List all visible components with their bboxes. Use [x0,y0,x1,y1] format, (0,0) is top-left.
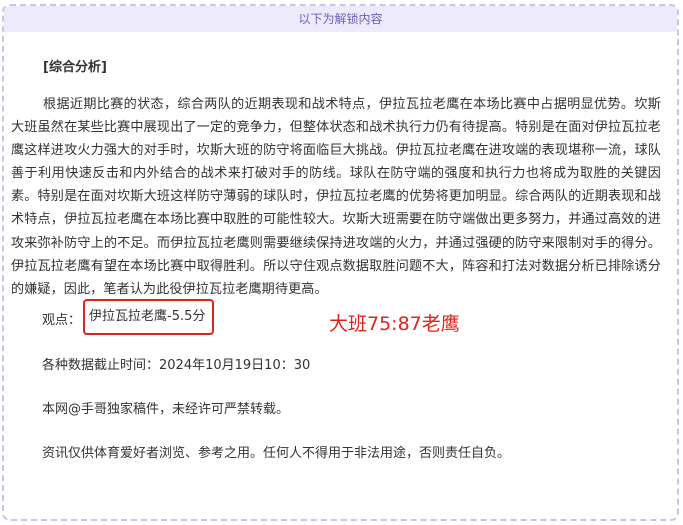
score-annotation: 大班75:87老鹰 [329,313,460,335]
analysis-paragraph: 根据近期比赛的状态，综合两队的近期表现和战术特点，伊拉瓦拉老鹰在本场比赛中占据明… [11,97,661,297]
view-value-highlight: 伊拉瓦拉老鹰-5.5分 [83,299,214,335]
section-title: [综合分析] [43,60,107,75]
data-cutoff-time: 各种数据截止时间：2024年10月19日10：30 [42,358,311,373]
unlock-banner: 以下为解锁内容 [4,6,677,32]
view-label: 观点： [42,313,82,328]
disclaimer: 资讯仅供体育爱好者浏览、参考之用。任何人不得用于非法用途，否则责任自负。 [42,446,511,461]
view-row: 观点： 伊拉瓦拉老鹰-5.5分 [42,299,214,335]
copyright-notice: 本网@手哥独家稿件，未经许可严禁转载。 [42,402,290,417]
